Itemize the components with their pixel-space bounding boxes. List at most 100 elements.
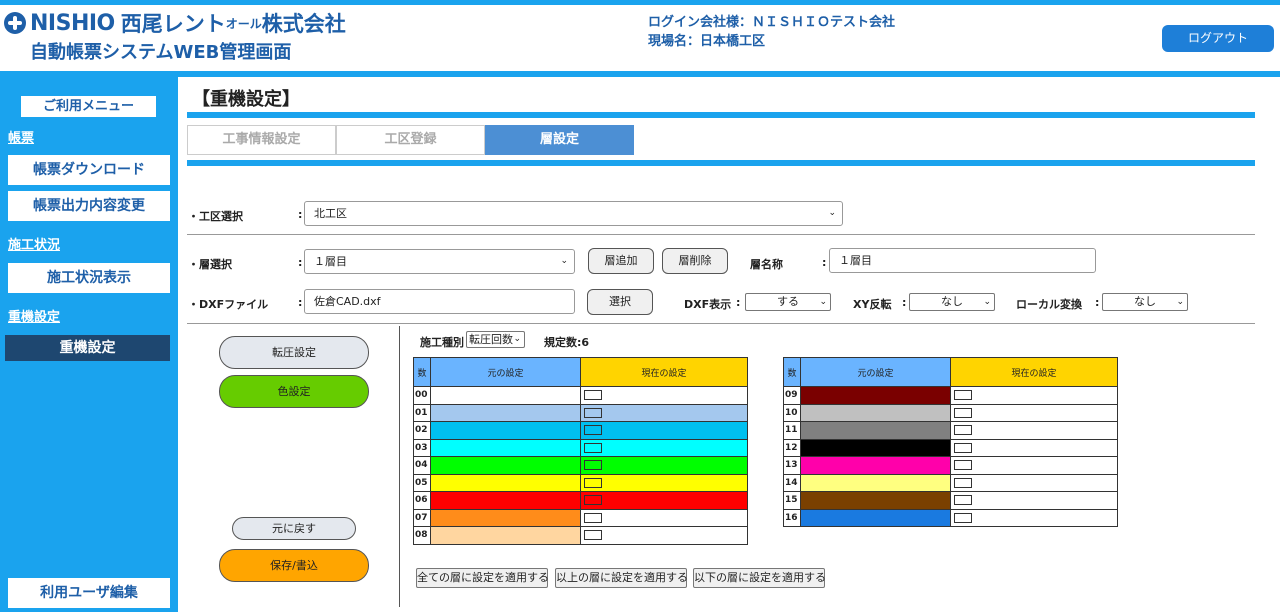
- color-row-num: 03: [413, 438, 431, 457]
- current-color-cell[interactable]: [580, 456, 748, 475]
- color-swatch-button[interactable]: [584, 442, 602, 453]
- tab-underline-bar: [187, 160, 1255, 166]
- xy-flip-select[interactable]: なし ⌄: [909, 293, 995, 311]
- color-swatch-button[interactable]: [584, 530, 602, 540]
- color-row: 13: [783, 456, 1118, 475]
- dxf-display-select[interactable]: する ⌄: [745, 293, 831, 311]
- color-row-num: 15: [783, 491, 801, 510]
- layer-select[interactable]: １層目 ⌄: [304, 249, 575, 274]
- current-color-cell[interactable]: [950, 508, 1118, 527]
- color-row-num: 02: [413, 421, 431, 440]
- layer-delete-button[interactable]: 層削除: [662, 248, 728, 274]
- color-row: 09: [783, 386, 1118, 405]
- header-num: 数: [783, 357, 801, 387]
- current-color-cell[interactable]: [950, 473, 1118, 492]
- current-color-cell[interactable]: [580, 386, 748, 405]
- color-swatch-button[interactable]: [584, 390, 602, 400]
- current-color-cell[interactable]: [580, 508, 748, 527]
- current-color-cell[interactable]: [950, 421, 1118, 440]
- current-color-cell[interactable]: [580, 403, 748, 422]
- header: NISHIO 西尾レント オール 株式会社 自動帳票システムWEB管理画面 ログ…: [0, 5, 1280, 71]
- sidebar-item-user-edit[interactable]: 利用ユーザ編集: [8, 578, 170, 608]
- chevron-down-icon: ⌄: [1176, 297, 1184, 307]
- color-swatch-button[interactable]: [584, 495, 602, 505]
- color-row-num: 06: [413, 491, 431, 510]
- work-type-select[interactable]: 転圧回数 ⌄: [466, 331, 525, 348]
- sidebar-item-machine-setting[interactable]: 重機設定: [5, 335, 170, 361]
- dxf-file-input[interactable]: 佐倉CAD.dxf: [304, 289, 575, 314]
- current-color-cell[interactable]: [950, 456, 1118, 475]
- current-color-cell[interactable]: [580, 526, 748, 545]
- color-swatch-button[interactable]: [584, 460, 602, 470]
- page-title: 【重機設定】: [192, 89, 300, 110]
- chevron-down-icon: ⌄: [560, 256, 568, 266]
- area-select[interactable]: 北工区 ⌄: [304, 201, 843, 226]
- color-swatch-button[interactable]: [954, 495, 972, 505]
- current-color-cell[interactable]: [950, 386, 1118, 405]
- current-color-cell[interactable]: [950, 403, 1118, 422]
- color-swatch-button[interactable]: [954, 460, 972, 470]
- apply-all-layers-button[interactable]: 全ての層に設定を適用する: [416, 568, 549, 588]
- sidebar-item-form-output-change[interactable]: 帳票出力内容変更: [8, 191, 170, 221]
- header-num: 数: [413, 357, 431, 387]
- compaction-setting-button[interactable]: 転圧設定: [219, 336, 369, 369]
- apply-above-layers-button[interactable]: 以上の層に設定を適用する: [555, 568, 688, 588]
- color-swatch-button[interactable]: [954, 407, 972, 418]
- sidebar-section-machine[interactable]: 重機設定: [8, 306, 60, 325]
- current-color-cell[interactable]: [580, 421, 748, 440]
- color-swatch-button[interactable]: [954, 425, 972, 435]
- chevron-down-icon: ⌄: [819, 297, 827, 307]
- color-swatch-button[interactable]: [584, 425, 602, 435]
- sidebar-menu-title: ご利用メニュー: [21, 96, 156, 117]
- site-name: 現場名：日本橋工区: [648, 34, 766, 49]
- sidebar-section-status[interactable]: 施工状況: [8, 234, 60, 253]
- divider-1: [187, 234, 1255, 235]
- current-color-cell[interactable]: [580, 473, 748, 492]
- save-write-button[interactable]: 保存/書込: [219, 549, 369, 582]
- dxf-select-button[interactable]: 選択: [587, 289, 653, 315]
- dxf-colon: :: [298, 296, 303, 309]
- current-color-cell[interactable]: [950, 491, 1118, 510]
- color-row: 03: [413, 438, 748, 457]
- work-type-value: 転圧回数: [469, 333, 513, 346]
- color-row: 16: [783, 508, 1118, 527]
- color-table-header: 数 元の設定 現在の設定: [783, 357, 1118, 387]
- color-row-num: 16: [783, 508, 801, 527]
- color-swatch-button[interactable]: [584, 512, 602, 523]
- sidebar-item-status-display[interactable]: 施工状況表示: [8, 263, 170, 293]
- tab-area-registration[interactable]: 工区登録: [336, 125, 485, 155]
- color-swatch-button[interactable]: [584, 477, 602, 488]
- color-swatch-button[interactable]: [954, 477, 972, 488]
- logout-button[interactable]: ログアウト: [1162, 25, 1274, 52]
- sidebar: ご利用メニュー 帳票 帳票ダウンロード 帳票出力内容変更 施工状況 施工状況表示…: [0, 77, 178, 612]
- local-convert-colon: :: [1095, 296, 1100, 309]
- color-table-left: 数 元の設定 現在の設定 00 01 02 03 04 05 06 07 08: [413, 357, 748, 545]
- sidebar-item-form-download[interactable]: 帳票ダウンロード: [8, 155, 170, 185]
- sidebar-section-forms[interactable]: 帳票: [8, 127, 34, 146]
- color-swatch-button[interactable]: [954, 442, 972, 453]
- current-color-cell[interactable]: [580, 491, 748, 510]
- color-row: 06: [413, 491, 748, 510]
- company-logo: NISHIO 西尾レント オール 株式会社: [4, 9, 346, 37]
- revert-button[interactable]: 元に戻す: [232, 517, 356, 540]
- header-original: 元の設定: [430, 357, 581, 387]
- current-color-cell[interactable]: [580, 438, 748, 457]
- layer-name-input[interactable]: １層目: [829, 248, 1096, 273]
- logo-text-jp: 西尾レント: [120, 12, 226, 36]
- area-colon: :: [298, 208, 303, 221]
- tab-layer-setting[interactable]: 層設定: [485, 125, 634, 155]
- layer-add-button[interactable]: 層追加: [588, 248, 654, 274]
- local-convert-select[interactable]: なし ⌄: [1102, 293, 1188, 311]
- color-swatch-button[interactable]: [584, 407, 602, 418]
- color-row-num: 11: [783, 421, 801, 440]
- color-swatch-button[interactable]: [954, 512, 972, 523]
- current-color-cell[interactable]: [950, 438, 1118, 457]
- chevron-down-icon: ⌄: [983, 297, 991, 307]
- local-convert-value: なし: [1134, 295, 1156, 308]
- apply-below-layers-button[interactable]: 以下の層に設定を適用する: [693, 568, 826, 588]
- color-setting-button[interactable]: 色設定: [219, 375, 369, 408]
- color-swatch-button[interactable]: [954, 390, 972, 400]
- tab-construction-info[interactable]: 工事情報設定: [187, 125, 336, 155]
- color-row: 00: [413, 386, 748, 405]
- color-row: 11: [783, 421, 1118, 440]
